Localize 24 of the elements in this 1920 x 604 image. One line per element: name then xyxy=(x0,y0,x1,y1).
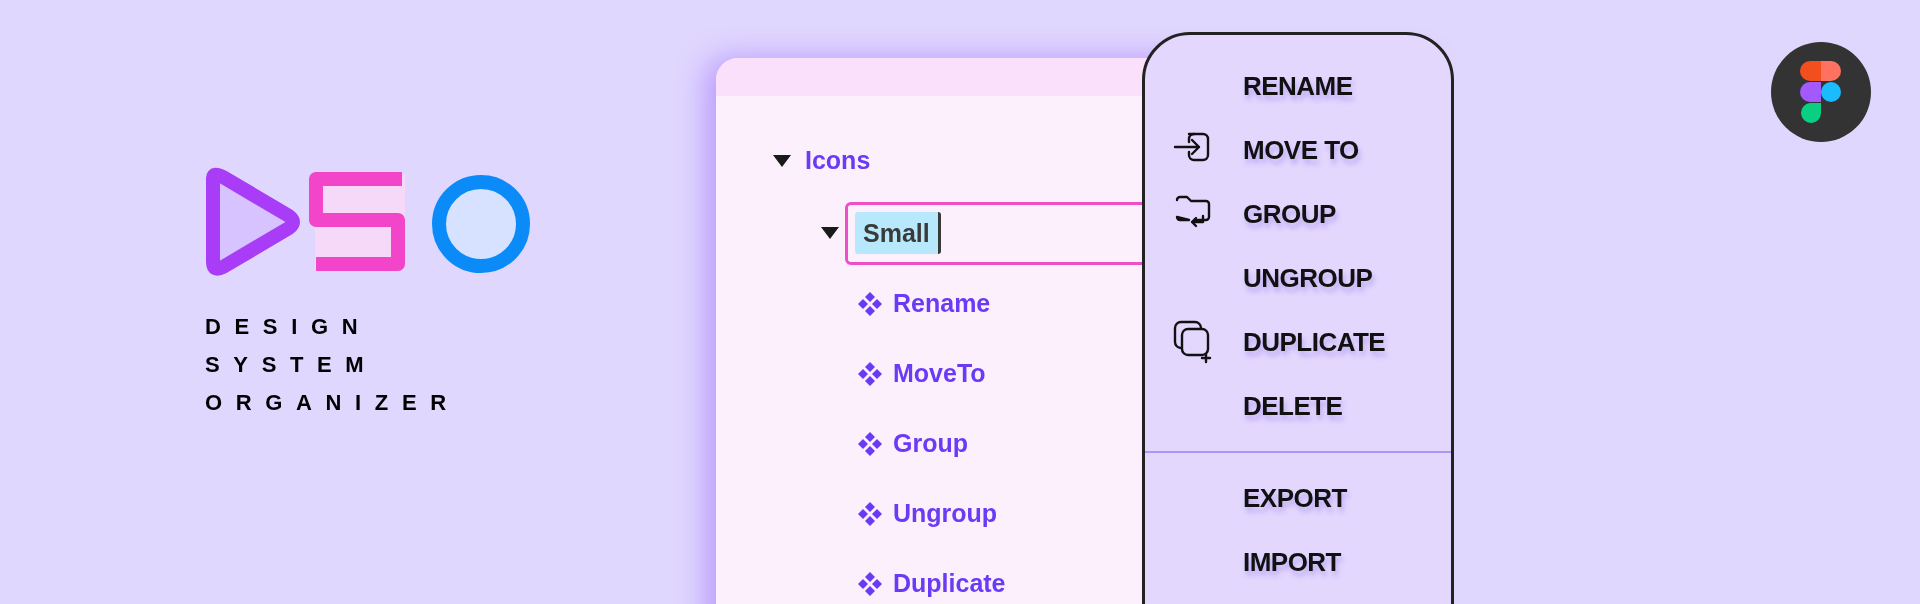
menu-item[interactable]: DELETE xyxy=(1145,374,1451,438)
tree-item-label[interactable]: Duplicate xyxy=(893,565,1006,603)
caret-icon[interactable] xyxy=(821,227,839,239)
tree-item-label[interactable]: Rename xyxy=(893,285,991,323)
tree-item-label[interactable]: Ungroup xyxy=(893,495,998,533)
tree-item-label[interactable]: Icons xyxy=(805,141,871,180)
component-icon xyxy=(858,572,882,596)
caret-icon[interactable] xyxy=(773,154,791,167)
duplicate-icon xyxy=(1173,320,1213,364)
menu-item[interactable]: RENAME xyxy=(1145,54,1451,118)
brand-tagline: ORGANIZER xyxy=(205,392,460,414)
menu-item[interactable]: MOVE TO xyxy=(1145,118,1451,182)
component-icon xyxy=(858,502,882,526)
tree-item-label[interactable]: Group xyxy=(893,425,968,463)
component-icon xyxy=(858,432,882,456)
tree-item-label[interactable]: MoveTo xyxy=(893,355,986,393)
selected-text: Small xyxy=(855,212,941,254)
menu-item[interactable]: EXPORT xyxy=(1145,466,1451,530)
brand-tagline: DESIGN xyxy=(205,316,372,338)
brand-tagline: SYSTEM xyxy=(205,354,378,376)
menu-item[interactable]: IMPORT xyxy=(1145,530,1451,594)
menu-item[interactable]: DUPLICATE xyxy=(1145,310,1451,374)
component-icon xyxy=(858,362,882,386)
component-icon xyxy=(858,292,882,316)
